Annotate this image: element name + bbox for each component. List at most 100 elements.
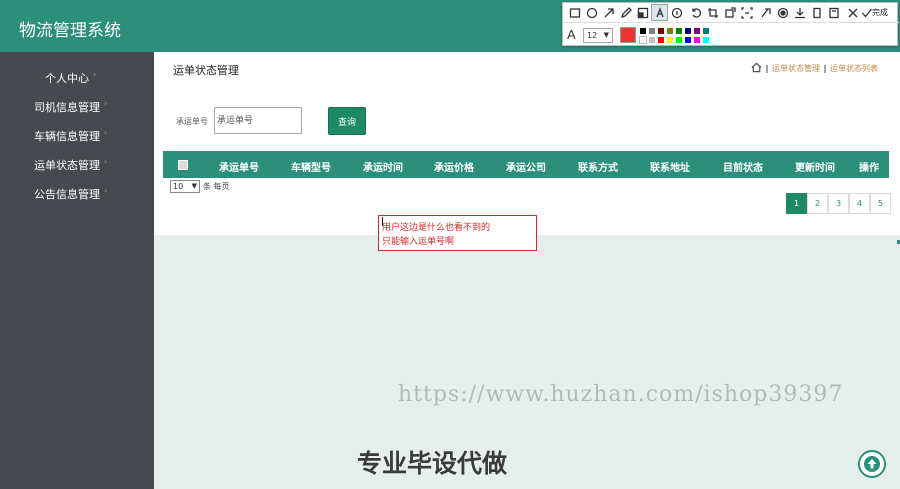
chevron-down-icon: ▼ <box>191 182 197 190</box>
current-color-swatch[interactable] <box>620 27 636 43</box>
chevron-right-icon: › <box>104 157 108 166</box>
copy-icon[interactable] <box>809 5 824 20</box>
record-icon[interactable] <box>775 5 790 20</box>
color-swatch[interactable] <box>675 36 683 44</box>
column-header: 承运单号 <box>219 163 259 174</box>
page-title: 运单状态管理 <box>173 64 239 77</box>
color-swatch[interactable] <box>666 27 674 35</box>
scroll-to-top-button[interactable] <box>858 450 886 478</box>
sidebar-item-waybill-status[interactable]: 运单状态管理 › <box>0 153 154 175</box>
sidebar-item-label: 车辆信息管理 <box>34 130 100 143</box>
number-icon[interactable] <box>669 5 684 20</box>
sidebar-item-notices[interactable]: 公告信息管理 › <box>0 182 154 204</box>
breadcrumb: ‖ 运单状态管理 ‖ 运单状态列表 <box>751 62 878 75</box>
annotation-line: 用户这边是什么也看不到的 <box>382 223 491 233</box>
sidebar-item-label: 个人中心 <box>45 72 89 85</box>
ellipse-icon[interactable] <box>584 5 599 20</box>
download-icon[interactable] <box>792 5 807 20</box>
column-header: 联系地址 <box>650 163 690 174</box>
breadcrumb-separator: ‖ <box>823 64 827 73</box>
breadcrumb-item: 运单状态列表 <box>830 64 878 73</box>
font-size-value: 12 <box>587 31 598 40</box>
column-header: 联系方式 <box>578 163 618 174</box>
color-swatch[interactable] <box>702 36 710 44</box>
chevron-down-icon: ▼ <box>603 31 609 39</box>
color-swatch[interactable] <box>657 27 665 35</box>
color-swatch[interactable] <box>648 36 656 44</box>
page-size-select[interactable]: 10 ▼ <box>170 180 200 193</box>
mosaic-icon[interactable] <box>635 5 650 20</box>
select-all-checkbox[interactable] <box>178 160 188 170</box>
page-button[interactable]: 3 <box>828 193 849 214</box>
chevron-right-icon: › <box>93 70 97 79</box>
chevron-right-icon: › <box>104 128 108 137</box>
color-swatch[interactable] <box>684 27 692 35</box>
color-swatch[interactable] <box>693 36 701 44</box>
annotation-note: 用户这边是什么也看不到的 只能输入运单号啊 <box>378 215 537 251</box>
font-size-icon: A <box>567 27 576 42</box>
color-swatch[interactable] <box>657 36 665 44</box>
table-header: 承运单号 车辆型号 承运时间 承运价格 承运公司 联系方式 联系地址 目前状态 … <box>163 151 889 178</box>
column-header: 车辆型号 <box>291 163 331 174</box>
done-label[interactable]: 完成 <box>872 7 888 18</box>
main-card: 运单状态管理 ‖ 运单状态管理 ‖ 运单状态列表 承运单号 查询 承运单号 车辆… <box>154 52 900 235</box>
color-swatch[interactable] <box>675 27 683 35</box>
text-icon[interactable] <box>651 4 668 21</box>
page-button[interactable]: 2 <box>807 193 828 214</box>
query-button[interactable]: 查询 <box>328 107 366 135</box>
breadcrumb-item[interactable]: 运单状态管理 <box>772 63 820 74</box>
color-swatch[interactable] <box>639 27 647 35</box>
sidebar-item-label: 公告信息管理 <box>34 188 100 201</box>
page-button[interactable]: 5 <box>870 193 891 214</box>
sidebar-item-vehicles[interactable]: 车辆信息管理 › <box>0 124 154 146</box>
color-swatch[interactable] <box>693 27 701 35</box>
undo-icon[interactable] <box>688 5 703 20</box>
ocr-icon[interactable] <box>739 5 754 20</box>
page-size-control: 10 ▼ 条 每页 <box>170 180 230 193</box>
sidebar-item-profile[interactable]: 个人中心 › <box>0 66 154 88</box>
page-size-value: 10 <box>173 182 184 191</box>
waybill-search-input[interactable] <box>214 107 302 134</box>
color-swatch[interactable] <box>666 36 674 44</box>
home-icon[interactable] <box>751 62 762 75</box>
color-swatch[interactable] <box>684 36 692 44</box>
pin-icon[interactable] <box>722 5 737 20</box>
app-title: 物流管理系统 <box>19 21 121 41</box>
pencil-icon[interactable] <box>618 5 633 20</box>
column-header: 目前状态 <box>723 163 763 174</box>
eraser-icon[interactable] <box>758 5 773 20</box>
font-size-select[interactable]: 12 ▼ <box>583 28 613 43</box>
arrow-icon[interactable] <box>601 5 616 20</box>
column-header: 操作 <box>859 163 879 174</box>
chevron-right-icon: › <box>104 99 108 108</box>
annotation-toolbar: 完成 A 12 ▼ <box>562 2 899 47</box>
column-header: 承运时间 <box>363 163 403 174</box>
search-label: 承运单号 <box>176 117 208 126</box>
color-swatch[interactable] <box>648 27 656 35</box>
arrow-up-icon <box>864 456 880 472</box>
color-swatch[interactable] <box>702 27 710 35</box>
annotation-style-row: A 12 ▼ <box>563 24 899 47</box>
crop-icon[interactable] <box>705 5 720 20</box>
color-swatch[interactable] <box>639 36 647 44</box>
save-icon[interactable] <box>826 5 841 20</box>
watermark: https://www.huzhan.com/ishop39397 <box>398 382 844 407</box>
column-header: 更新时间 <box>795 163 835 174</box>
rectangle-icon[interactable] <box>567 5 582 20</box>
sidebar-item-label: 司机信息管理 <box>34 101 100 114</box>
promo-banner: 专业毕设代做 <box>357 449 508 478</box>
text-cursor-icon <box>382 217 387 226</box>
page-button[interactable]: 4 <box>849 193 870 214</box>
annotation-tools-row: 完成 <box>563 3 899 23</box>
sidebar-item-drivers[interactable]: 司机信息管理 › <box>0 95 154 117</box>
column-header: 承运公司 <box>506 163 546 174</box>
breadcrumb-separator: ‖ <box>765 64 769 73</box>
close-icon[interactable] <box>845 5 860 20</box>
column-header: 承运价格 <box>434 163 474 174</box>
sidebar-item-label: 运单状态管理 <box>34 159 100 172</box>
annotation-line: 只能输入运单号啊 <box>382 237 455 247</box>
page-button[interactable]: 1 <box>786 193 807 214</box>
chevron-right-icon: › <box>104 186 108 195</box>
page-size-suffix: 条 每页 <box>203 182 230 191</box>
sidebar: 个人中心 › 司机信息管理 › 车辆信息管理 › 运单状态管理 › 公告信息管理… <box>0 52 154 489</box>
